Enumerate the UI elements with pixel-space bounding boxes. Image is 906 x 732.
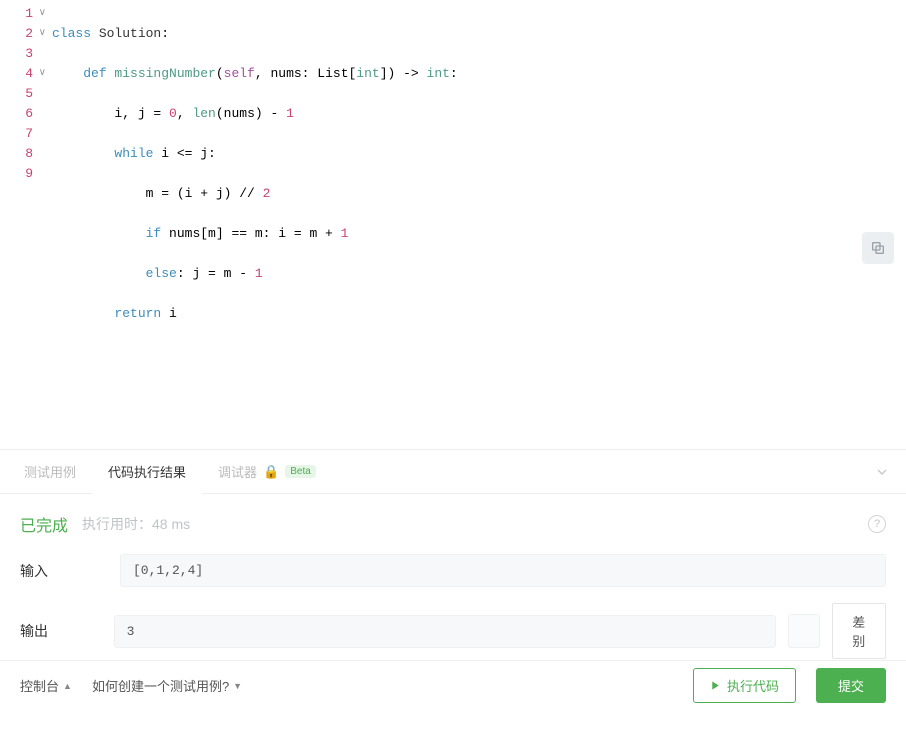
output-value: 3 xyxy=(114,615,776,648)
console-toggle[interactable]: 控制台▲ xyxy=(20,676,72,695)
howto-link[interactable]: 如何创建一个测试用例?▼ xyxy=(92,676,242,695)
input-value: [0,1,2,4] xyxy=(120,554,886,587)
help-button[interactable]: ? xyxy=(868,515,886,533)
code-editor[interactable]: 1∨ 2∨ 3 4∨ 5 6 7 8 9 class Solution: def… xyxy=(0,0,906,450)
input-row: 输入 [0,1,2,4] xyxy=(20,554,886,587)
line-gutter: 1∨ 2∨ 3 4∨ 5 6 7 8 9 xyxy=(0,0,52,449)
tab-result[interactable]: 代码执行结果 xyxy=(92,450,202,494)
copy-button[interactable] xyxy=(862,232,894,264)
play-icon xyxy=(710,680,721,691)
lock-icon: 🔒 xyxy=(263,464,279,480)
status-text: 已完成 xyxy=(20,512,68,536)
gutter-line: 4∨ xyxy=(0,64,52,84)
gutter-line: 5 xyxy=(0,84,52,104)
run-code-button[interactable]: 执行代码 xyxy=(693,668,796,703)
gutter-line: 2∨ xyxy=(0,24,52,44)
runtime-text: 执行用时：48 ms xyxy=(82,514,190,534)
caret-down-icon: ▼ xyxy=(233,681,242,691)
output-row: 输出 3 差别 xyxy=(20,603,886,659)
fold-caret-icon[interactable]: ∨ xyxy=(36,4,46,24)
gutter-line: 7 xyxy=(0,124,52,144)
beta-badge: Beta xyxy=(285,465,316,478)
input-label: 输入 xyxy=(20,561,120,581)
gutter-line: 3 xyxy=(0,44,52,64)
result-tabs: 测试用例 代码执行结果 调试器 🔒 Beta xyxy=(0,450,906,494)
output-spacer xyxy=(788,614,820,648)
chevron-down-icon xyxy=(874,464,890,480)
footer-bar: 控制台▲ 如何创建一个测试用例?▼ 执行代码 提交 xyxy=(0,660,906,710)
output-label: 输出 xyxy=(20,621,114,641)
gutter-line: 6 xyxy=(0,104,52,124)
tab-debugger[interactable]: 调试器 🔒 Beta xyxy=(202,450,332,494)
gutter-line: 8 xyxy=(0,144,52,164)
fold-caret-icon[interactable]: ∨ xyxy=(36,64,46,84)
tab-testcase[interactable]: 测试用例 xyxy=(8,450,92,494)
status-row: 已完成 执行用时：48 ms ? xyxy=(20,512,886,536)
collapse-panel-button[interactable] xyxy=(874,464,890,480)
gutter-line: 1∨ xyxy=(0,4,52,24)
code-body[interactable]: class Solution: def missingNumber(self, … xyxy=(52,0,906,449)
copy-icon xyxy=(870,240,886,256)
gutter-line: 9 xyxy=(0,164,52,184)
diff-button[interactable]: 差别 xyxy=(832,603,886,659)
submit-button[interactable]: 提交 xyxy=(816,668,886,703)
caret-up-icon: ▲ xyxy=(63,681,72,691)
fold-caret-icon[interactable]: ∨ xyxy=(36,24,46,44)
